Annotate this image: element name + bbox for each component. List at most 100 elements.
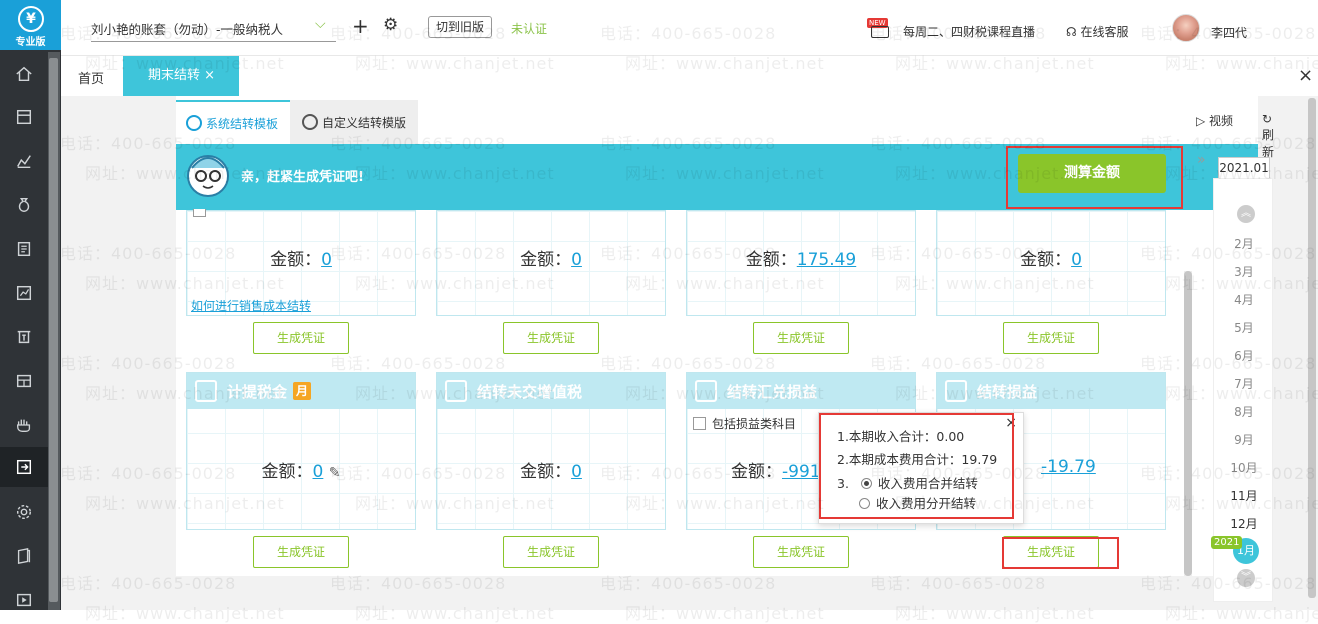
- help-link[interactable]: 如何进行销售成本结转: [191, 297, 311, 314]
- tv-icon: NEW: [867, 18, 895, 40]
- content-scrollbar[interactable]: [1184, 271, 1192, 576]
- video-icon[interactable]: [0, 580, 48, 620]
- edit-icon[interactable]: ✎: [329, 465, 341, 481]
- month-item[interactable]: 11月: [1214, 487, 1274, 504]
- card-4: 金额：0: [936, 210, 1166, 316]
- database-icon: [945, 380, 967, 402]
- card-3: 金额：175.49: [686, 210, 916, 316]
- month-item[interactable]: 9月: [1214, 431, 1274, 448]
- hand-icon[interactable]: [0, 405, 48, 445]
- video-link[interactable]: ▷ 视频: [1196, 112, 1233, 129]
- logo-icon: ¥: [18, 6, 44, 32]
- tax-icon[interactable]: [0, 317, 48, 357]
- ledger-icon[interactable]: [0, 229, 48, 269]
- template-icon: [186, 115, 202, 131]
- generate-voucher-button[interactable]: 生成凭证: [503, 536, 599, 568]
- company-selector[interactable]: 刘小艳的账套（勿动）-一般纳税人: [91, 19, 336, 42]
- amount-value[interactable]: -991: [782, 462, 821, 482]
- tax-icon: [195, 380, 217, 402]
- template-tabs: 系统结转模板 自定义结转模版 ▷ 视频 ↻ 刷新: [176, 96, 1274, 159]
- refresh-button[interactable]: ↻ 刷新: [1262, 112, 1274, 160]
- page-scrollbar[interactable]: [1306, 96, 1318, 610]
- tab-home[interactable]: 首页: [78, 68, 104, 87]
- amount: 金额：0: [270, 250, 332, 270]
- period-end-icon[interactable]: [0, 447, 48, 487]
- home-icon[interactable]: [0, 54, 48, 94]
- chevron-down-icon[interactable]: ︾: [1237, 569, 1255, 587]
- chevron-up-icon[interactable]: ︽: [1237, 205, 1255, 223]
- card-title: 计提税金: [227, 382, 288, 401]
- clipboard-icon: [695, 380, 717, 402]
- unverified-status[interactable]: 未认证: [511, 20, 547, 37]
- generate-voucher-button[interactable]: 生成凭证: [253, 536, 349, 568]
- main-content: 系统结转模板 自定义结转模版 ▷ 视频 ↻ 刷新 亲，赶紧生成凭证吧! 测算金额…: [61, 96, 1311, 610]
- generate-voucher-button[interactable]: 生成凭证: [753, 322, 849, 354]
- amount-value[interactable]: -19.79: [1041, 457, 1096, 477]
- generate-voucher-button[interactable]: 生成凭证: [1003, 322, 1099, 354]
- tab-custom-template[interactable]: 自定义结转模版: [290, 100, 418, 144]
- switch-old-version-button[interactable]: 切到旧版: [428, 16, 493, 38]
- month-item[interactable]: 10月: [1214, 459, 1274, 476]
- user-name[interactable]: 李四代: [1211, 24, 1247, 41]
- support-label: 在线客服: [1080, 25, 1129, 39]
- chevron-down-icon[interactable]: ⌵: [315, 16, 326, 32]
- card-header: 结转汇兑损益: [687, 373, 915, 409]
- app-logo[interactable]: ¥ 专业版: [0, 0, 61, 50]
- card-header: 结转未交增值税: [437, 373, 665, 409]
- refresh-label: 刷新: [1262, 128, 1275, 159]
- sidebar-scrollbar[interactable]: [48, 52, 60, 610]
- online-support-link[interactable]: ☊ 在线客服: [1066, 23, 1129, 40]
- live-course-link[interactable]: NEW 每周二、四财税课程直播: [867, 18, 1035, 40]
- month-item[interactable]: 5月: [1214, 319, 1274, 336]
- top-bar: 刘小艳的账套（勿动）-一般纳税人 ⌵ + ⚙ 切到旧版 未认证 NEW 每周二、…: [61, 0, 1318, 56]
- amount-value[interactable]: 0: [313, 462, 324, 482]
- generate-voucher-button[interactable]: 生成凭证: [503, 322, 599, 354]
- generate-voucher-button[interactable]: 生成凭证: [753, 536, 849, 568]
- card-accrue-tax: 计提税金月 金额：0 ✎: [186, 372, 416, 530]
- include-pl-checkbox[interactable]: 包括损益类科目: [693, 415, 796, 432]
- chart-icon[interactable]: [0, 141, 48, 181]
- month-item[interactable]: 6月: [1214, 347, 1274, 364]
- month-item[interactable]: 7月: [1214, 375, 1274, 392]
- card-unpaid-vat: 结转未交增值税 金额：0: [436, 372, 666, 530]
- amount: 金额：0: [1020, 250, 1082, 270]
- month-item[interactable]: 4月: [1214, 291, 1274, 308]
- money-bag-icon[interactable]: [0, 185, 48, 225]
- calculate-amount-button[interactable]: 测算金额: [1018, 154, 1166, 193]
- amount-value[interactable]: 0: [1071, 250, 1082, 270]
- generate-voucher-button[interactable]: 生成凭证: [253, 322, 349, 354]
- tab-label: 系统结转模板: [206, 116, 279, 131]
- amount: 金额：0: [520, 250, 582, 270]
- amount-value[interactable]: 0: [571, 250, 582, 270]
- avatar[interactable]: [1172, 14, 1200, 42]
- double-chevron-right-icon[interactable]: »: [1197, 152, 1206, 168]
- month-item[interactable]: 3月: [1214, 263, 1274, 280]
- add-icon[interactable]: +: [352, 14, 369, 38]
- video-label: 视频: [1209, 114, 1234, 128]
- month-item[interactable]: 8月: [1214, 403, 1274, 420]
- card-sales-cost: 金额：0 如何进行销售成本结转: [186, 209, 416, 316]
- close-all-icon[interactable]: ×: [1298, 65, 1313, 86]
- month-item[interactable]: 2月: [1214, 235, 1274, 252]
- month-item[interactable]: 12月: [1214, 515, 1274, 532]
- amount-value[interactable]: 0: [571, 462, 582, 482]
- book-icon[interactable]: [0, 536, 48, 576]
- gear-icon[interactable]: ⚙: [383, 15, 398, 35]
- tab-system-template[interactable]: 系统结转模板: [176, 100, 290, 144]
- tab-label: 自定义结转模版: [322, 115, 407, 130]
- period-select[interactable]: 2021.01: [1218, 157, 1270, 179]
- card-title: 结转未交增值税: [477, 382, 583, 401]
- report-icon[interactable]: [0, 273, 48, 313]
- banner-message: 亲，赶紧生成凭证吧!: [241, 170, 364, 185]
- settings-icon[interactable]: [0, 492, 48, 532]
- amount-value[interactable]: 175.49: [797, 250, 856, 270]
- current-year-badge: 2021: [1211, 536, 1243, 549]
- voucher-icon[interactable]: [0, 97, 48, 137]
- checkbox[interactable]: [193, 209, 206, 217]
- tab-close-icon[interactable]: ×: [204, 68, 215, 83]
- checkbox[interactable]: [693, 417, 706, 430]
- assets-icon[interactable]: [0, 361, 48, 401]
- amount-value[interactable]: 0: [321, 250, 332, 270]
- tab-period-end[interactable]: 期末结转 ×: [123, 56, 239, 96]
- highlight-box: [1002, 537, 1119, 569]
